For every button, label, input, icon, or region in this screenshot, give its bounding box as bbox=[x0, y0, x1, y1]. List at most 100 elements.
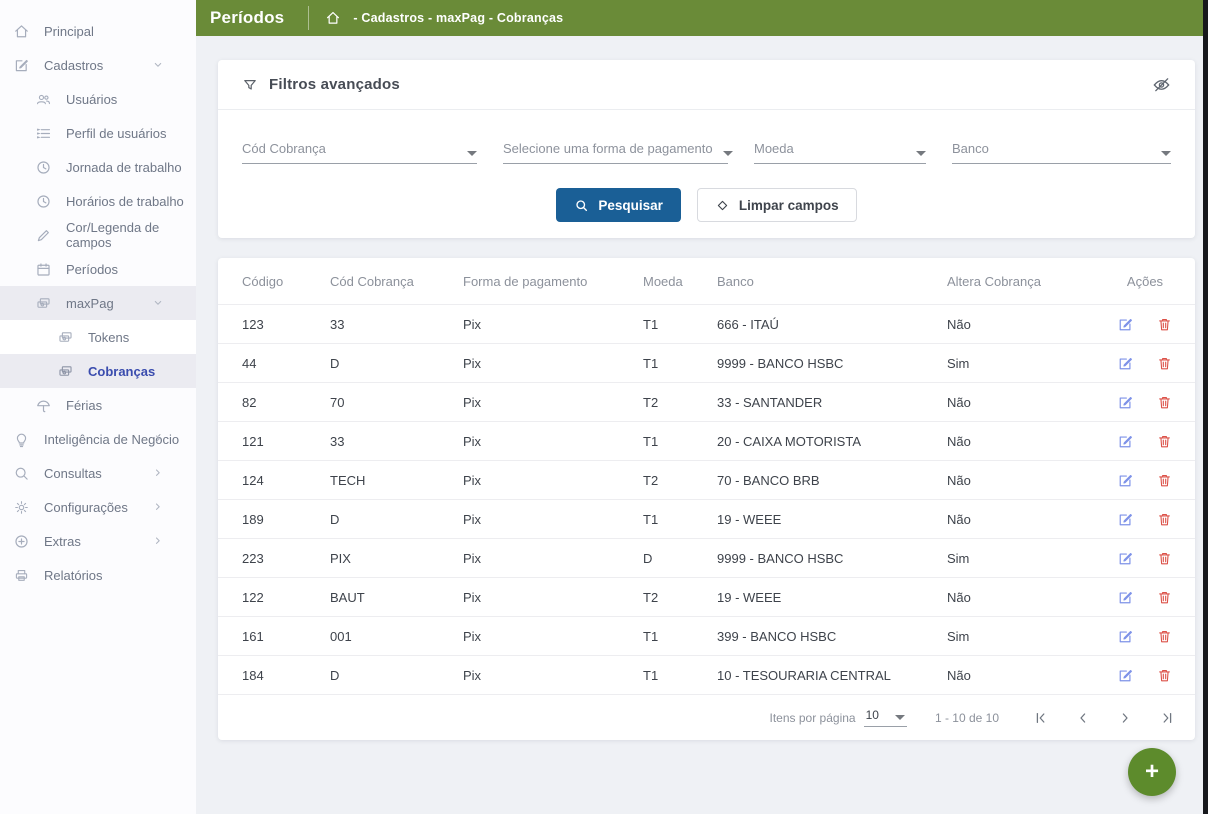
home-icon[interactable] bbox=[325, 10, 341, 26]
sidebar-item-periodos[interactable]: Períodos bbox=[0, 252, 196, 286]
sidebar-item-configuracoes[interactable]: Configurações bbox=[0, 490, 196, 524]
sidebar-item-label: Tokens bbox=[88, 330, 129, 345]
dropdown-arrow-icon bbox=[1161, 151, 1171, 156]
add-button[interactable]: + bbox=[1128, 748, 1176, 796]
sidebar-item-principal[interactable]: Principal bbox=[0, 14, 196, 48]
cell-moeda: T1 bbox=[619, 629, 693, 644]
plus-icon: + bbox=[1145, 758, 1159, 786]
sidebar-item-label: Extras bbox=[44, 534, 81, 549]
delete-icon[interactable] bbox=[1156, 316, 1173, 333]
sidebar-item-maxpag[interactable]: maxPag bbox=[0, 286, 196, 320]
table-row: 189DPixT119 - WEEENão bbox=[218, 499, 1195, 538]
filter-moeda[interactable]: Moeda bbox=[754, 134, 926, 164]
sidebar-item-label: Férias bbox=[66, 398, 102, 413]
window-edge-scrollbar[interactable] bbox=[1203, 0, 1208, 814]
next-page-icon[interactable] bbox=[1117, 710, 1133, 726]
filter-banco[interactable]: Banco bbox=[952, 134, 1171, 164]
money-icon bbox=[57, 329, 74, 346]
cell-actions bbox=[1095, 667, 1195, 684]
printer-icon bbox=[13, 567, 30, 584]
delete-icon[interactable] bbox=[1156, 511, 1173, 528]
cell-codigo: 122 bbox=[218, 590, 306, 605]
search-button[interactable]: Pesquisar bbox=[556, 188, 681, 222]
edit-icon[interactable] bbox=[1117, 550, 1134, 567]
hide-filters-icon[interactable] bbox=[1152, 75, 1171, 94]
pagination-range: 1 - 10 de 10 bbox=[935, 711, 999, 725]
edit-icon[interactable] bbox=[1117, 472, 1134, 489]
edit-icon[interactable] bbox=[1117, 355, 1134, 372]
cell-codigo: 44 bbox=[218, 356, 306, 371]
dropdown-arrow-icon bbox=[467, 151, 477, 156]
sidebar-item-label: Cadastros bbox=[44, 58, 103, 73]
list-icon bbox=[35, 125, 52, 142]
app-screen: Principal Cadastros UsuáriosPerfil de usuá… bbox=[0, 0, 1208, 814]
cell-codigo: 161 bbox=[218, 629, 306, 644]
cell-banco: 70 - BANCO BRB bbox=[693, 473, 923, 488]
sidebar-item-extras[interactable]: Extras bbox=[0, 524, 196, 558]
table-header-row: Código Cód Cobrança Forma de pagamento M… bbox=[218, 258, 1195, 304]
delete-icon[interactable] bbox=[1156, 433, 1173, 450]
edit-icon[interactable] bbox=[1117, 667, 1134, 684]
sidebar-item-cobrancas[interactable]: Cobranças bbox=[0, 354, 196, 388]
sidebar-item-tokens[interactable]: Tokens bbox=[0, 320, 196, 354]
sidebar-item-horarios-de-trabalho[interactable]: Horários de trabalho bbox=[0, 184, 196, 218]
delete-icon[interactable] bbox=[1156, 472, 1173, 489]
clear-fields-button[interactable]: Limpar campos bbox=[697, 188, 857, 222]
sidebar-item-usuarios[interactable]: Usuários bbox=[0, 82, 196, 116]
filter-cod-cobranca[interactable]: Cód Cobrança bbox=[242, 134, 477, 164]
cell-cod-cobranca: PIX bbox=[306, 551, 439, 566]
cell-forma-pagamento: Pix bbox=[439, 395, 619, 410]
edit-icon[interactable] bbox=[1117, 394, 1134, 411]
sidebar-item-consultas[interactable]: Consultas bbox=[0, 456, 196, 490]
filter-forma-pagamento[interactable]: Selecione uma forma de pagamento bbox=[503, 134, 728, 164]
sidebar-item-label: Cobranças bbox=[88, 364, 155, 379]
sidebar-item-cor-legenda-de-campos[interactable]: Cor/Legenda de campos bbox=[0, 218, 196, 252]
cell-moeda: T1 bbox=[619, 356, 693, 371]
delete-icon[interactable] bbox=[1156, 589, 1173, 606]
sidebar-item-jornada-de-trabalho[interactable]: Jornada de trabalho bbox=[0, 150, 196, 184]
filter-label: Banco bbox=[952, 141, 989, 156]
table-row: 124TECHPixT270 - BANCO BRBNão bbox=[218, 460, 1195, 499]
edit-icon[interactable] bbox=[1117, 433, 1134, 450]
sidebar-item-cadastros[interactable]: Cadastros bbox=[0, 48, 196, 82]
edit-icon[interactable] bbox=[1117, 316, 1134, 333]
plus-circle-icon bbox=[13, 533, 30, 550]
content: Filtros avançados Cód Cobrança Selecione… bbox=[196, 36, 1203, 814]
clock-icon bbox=[35, 193, 52, 210]
cell-cod-cobranca: TECH bbox=[306, 473, 439, 488]
pagination-nav bbox=[1033, 710, 1175, 726]
delete-icon[interactable] bbox=[1156, 628, 1173, 645]
cell-altera-cobranca: Sim bbox=[923, 356, 1095, 371]
cell-moeda: T2 bbox=[619, 473, 693, 488]
sidebar-item-relatorios[interactable]: Relatórios bbox=[0, 558, 196, 592]
column-header: Banco bbox=[693, 274, 923, 289]
last-page-icon[interactable] bbox=[1159, 710, 1175, 726]
money-icon bbox=[57, 363, 74, 380]
edit-icon[interactable] bbox=[1117, 589, 1134, 606]
cell-cod-cobranca: D bbox=[306, 668, 439, 683]
first-page-icon[interactable] bbox=[1033, 710, 1049, 726]
delete-icon[interactable] bbox=[1156, 394, 1173, 411]
dropdown-arrow-icon bbox=[895, 715, 905, 720]
delete-icon[interactable] bbox=[1156, 550, 1173, 567]
sidebar-item-label: Principal bbox=[44, 24, 94, 39]
sidebar-item-ferias[interactable]: Férias bbox=[0, 388, 196, 422]
delete-icon[interactable] bbox=[1156, 355, 1173, 372]
edit-icon[interactable] bbox=[1117, 628, 1134, 645]
items-per-page-select[interactable]: 10 bbox=[864, 708, 907, 727]
dropdown-arrow-icon bbox=[723, 151, 733, 156]
header-divider bbox=[308, 6, 309, 30]
sidebar-item-label: maxPag bbox=[66, 296, 114, 311]
cell-codigo: 124 bbox=[218, 473, 306, 488]
chevron-right-icon bbox=[152, 433, 164, 445]
sidebar-item-label: Consultas bbox=[44, 466, 102, 481]
sidebar-item-inteligencia-de-negocio[interactable]: Inteligência de Negócio bbox=[0, 422, 196, 456]
delete-icon[interactable] bbox=[1156, 667, 1173, 684]
results-table-card: Código Cód Cobrança Forma de pagamento M… bbox=[218, 258, 1195, 740]
edit-icon[interactable] bbox=[1117, 511, 1134, 528]
chevron-down-icon bbox=[152, 297, 164, 309]
sidebar-item-perfil-de-usuarios[interactable]: Perfil de usuários bbox=[0, 116, 196, 150]
sidebar-item-label: Relatórios bbox=[44, 568, 103, 583]
previous-page-icon[interactable] bbox=[1075, 710, 1091, 726]
cell-banco: 10 - TESOURARIA CENTRAL bbox=[693, 668, 923, 683]
